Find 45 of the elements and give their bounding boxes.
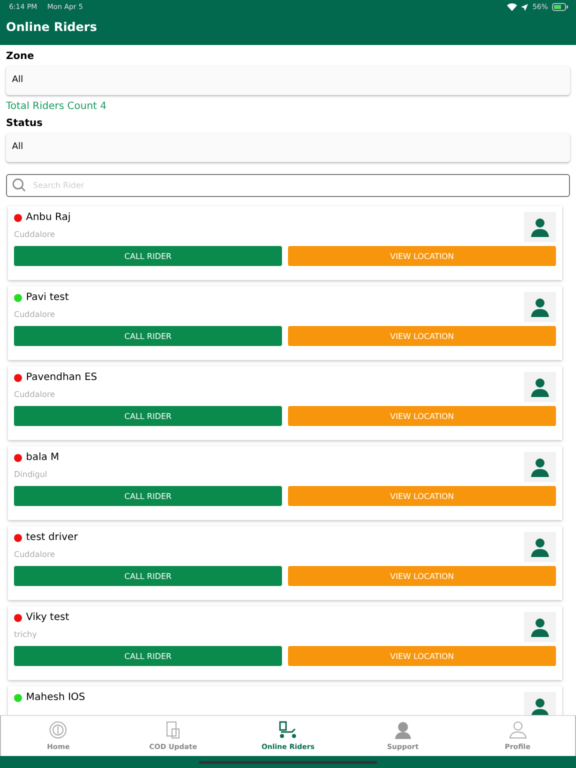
call-rider-button[interactable]: CALL RIDER: [14, 246, 282, 266]
call-rider-button[interactable]: CALL RIDER: [14, 406, 282, 426]
avatar-icon: [524, 692, 556, 715]
avatar-icon: [524, 612, 556, 642]
rider-city: Cuddalore: [14, 550, 56, 559]
page-title: Online Riders: [5, 19, 98, 36]
view-location-button[interactable]: VIEW LOCATION: [288, 246, 556, 266]
view-location-button[interactable]: VIEW LOCATION: [288, 646, 556, 666]
field-label: Status: [6, 118, 44, 129]
battery-icon: [552, 3, 568, 11]
rider-city: Dindigul: [14, 470, 48, 479]
rider-city: Cuddalore: [14, 230, 56, 239]
wifi-icon: [507, 3, 518, 11]
rider-name: Viky test: [26, 612, 70, 623]
total-count: Total Riders Count 4: [6, 101, 108, 112]
call-rider-button[interactable]: CALL RIDER: [14, 486, 282, 506]
avatar-icon: [524, 452, 556, 482]
rider-city: trichy: [14, 630, 38, 639]
call-rider-button[interactable]: CALL RIDER: [14, 566, 282, 586]
avatar-icon: [524, 292, 556, 322]
profile-icon: [508, 721, 527, 739]
location-arrow-icon: [521, 4, 528, 10]
status-dropdown[interactable]: All: [6, 133, 570, 162]
view-location-button[interactable]: VIEW LOCATION: [288, 326, 556, 346]
rider-name: test driver: [26, 532, 78, 543]
view-location-button[interactable]: VIEW LOCATION: [288, 566, 556, 586]
avatar-icon: [524, 372, 556, 402]
rider-city: Cuddalore: [14, 310, 56, 319]
view-location-button[interactable]: VIEW LOCATION: [288, 486, 556, 506]
avatar-icon: [524, 532, 556, 562]
rider-name: Mahesh IOS: [26, 692, 86, 703]
home-icon: [49, 721, 68, 739]
zone-dropdown[interactable]: All: [6, 66, 570, 95]
rider-name: Pavendhan ES: [26, 372, 98, 383]
call-rider-button[interactable]: CALL RIDER: [14, 326, 282, 346]
call-rider-button[interactable]: CALL RIDER: [14, 646, 282, 666]
field-label: Zone: [6, 51, 36, 62]
view-location-button[interactable]: VIEW LOCATION: [288, 406, 556, 426]
scooter-icon: [278, 721, 298, 739]
rider-city: Cuddalore: [14, 390, 56, 399]
rider-name: Pavi test: [26, 292, 69, 303]
rider-name: Anbu Raj: [26, 212, 71, 223]
rider-name: bala M: [26, 452, 60, 463]
search-icon: [12, 178, 26, 192]
avatar-icon: [524, 212, 556, 242]
